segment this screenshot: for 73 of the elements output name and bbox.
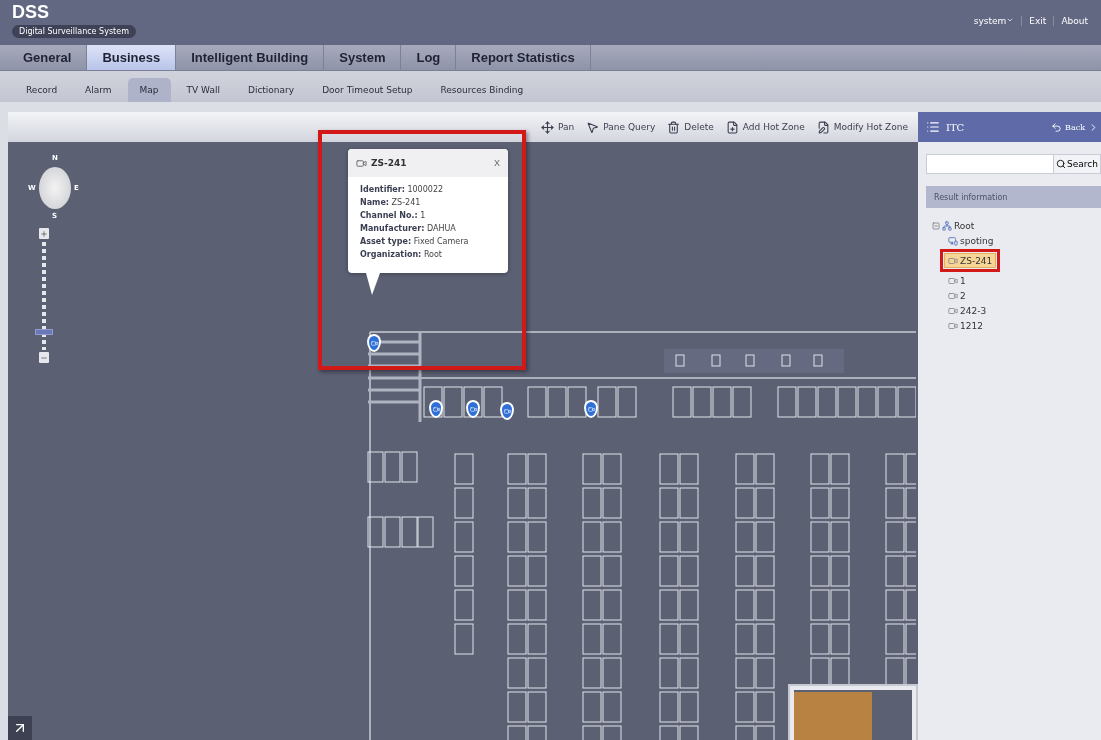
search-icon xyxy=(1056,159,1067,169)
toolbar-button[interactable]: Pane Query xyxy=(586,120,656,134)
tree-item[interactable]: spoting xyxy=(944,233,998,248)
header-link[interactable]: About xyxy=(1053,16,1095,26)
main-tab[interactable]: System xyxy=(324,45,402,70)
camera-icon xyxy=(948,255,958,266)
camera-pin[interactable] xyxy=(584,400,598,418)
info-field: Name: ZS-241 xyxy=(360,198,496,207)
close-button[interactable]: X xyxy=(494,158,500,168)
info-field: Identifier: 1000022 xyxy=(360,185,496,194)
plus-icon xyxy=(40,229,48,238)
toolbar-button[interactable]: Add Hot Zone xyxy=(725,120,805,134)
camera-icon xyxy=(948,305,958,316)
sub-tab[interactable]: Door Timeout Setup xyxy=(310,78,425,102)
info-field: Channel No.: 1 xyxy=(360,211,496,220)
header-link[interactable]: Exit xyxy=(1021,16,1054,26)
panel-title: ITC xyxy=(946,121,966,133)
camera-pin[interactable] xyxy=(429,400,443,418)
sub-tab[interactable]: TV Wall xyxy=(174,78,232,102)
sub-tab[interactable]: Record xyxy=(14,78,70,102)
camera-icon xyxy=(356,157,367,169)
main-tab[interactable]: Business xyxy=(87,45,177,70)
camera-icon xyxy=(432,405,440,413)
sub-tab[interactable]: Resources Binding xyxy=(428,78,536,102)
camera-icon xyxy=(948,290,958,301)
camera-pin[interactable] xyxy=(466,400,480,418)
camera-icon xyxy=(587,405,595,413)
tree-item[interactable]: 1 xyxy=(944,273,970,288)
sub-tab[interactable]: Map xyxy=(127,78,171,102)
logo-subtitle: Digital Surveillance System xyxy=(12,25,136,38)
sub-tab[interactable]: Alarm xyxy=(73,78,124,102)
logo: DSS xyxy=(12,2,50,22)
result-header: Result information xyxy=(926,186,1101,208)
pan-control[interactable] xyxy=(39,167,71,209)
back-button[interactable]: Back xyxy=(1051,121,1101,133)
main-tab[interactable]: Log xyxy=(401,45,457,70)
info-field: Organization: Root xyxy=(360,250,496,259)
info-field: Asset type: Fixed Camera xyxy=(360,237,496,246)
caret-icon xyxy=(1006,16,1015,24)
list-icon xyxy=(926,120,940,134)
toolbar-button[interactable]: Delete xyxy=(667,120,714,134)
camera-icon xyxy=(469,405,477,413)
undo-icon xyxy=(1051,121,1062,133)
search-button[interactable]: Search xyxy=(1053,154,1101,174)
sub-tab[interactable]: Dictionary xyxy=(235,78,307,102)
camera-pin[interactable] xyxy=(367,334,381,352)
popup-title: ZS-241 xyxy=(371,158,408,168)
pan-icon xyxy=(541,120,555,134)
zoom-in-button[interactable] xyxy=(39,228,49,239)
tree-item[interactable]: 1212 xyxy=(944,318,987,333)
main-tab[interactable]: Intelligent Building xyxy=(176,45,325,70)
tree-item[interactable]: Root xyxy=(928,218,979,233)
info-field: Manufacturer: DAHUA xyxy=(360,224,496,233)
camera-icon xyxy=(948,320,958,331)
device-icon xyxy=(948,235,958,246)
camera-icon xyxy=(370,339,378,347)
camera-icon xyxy=(948,275,958,286)
camera-pin[interactable] xyxy=(500,402,514,420)
zoom-thumb[interactable] xyxy=(35,328,53,335)
expand-button[interactable] xyxy=(8,716,32,740)
tree-item[interactable]: 242-3 xyxy=(944,303,991,318)
camera-icon xyxy=(503,407,511,415)
toolbar-button[interactable]: Modify Hot Zone xyxy=(816,120,908,134)
user-menu[interactable]: system xyxy=(966,16,1022,26)
pointer-icon xyxy=(586,120,600,134)
file-plus-icon xyxy=(725,120,739,134)
tree-item[interactable]: 2 xyxy=(944,288,970,303)
search-field[interactable] xyxy=(926,154,1054,174)
toolbar-button[interactable]: Pan xyxy=(541,120,575,134)
network-icon xyxy=(942,220,952,231)
main-tab[interactable]: Report Statistics xyxy=(456,45,591,70)
trash-icon xyxy=(667,120,681,134)
file-pen-icon xyxy=(816,120,830,134)
